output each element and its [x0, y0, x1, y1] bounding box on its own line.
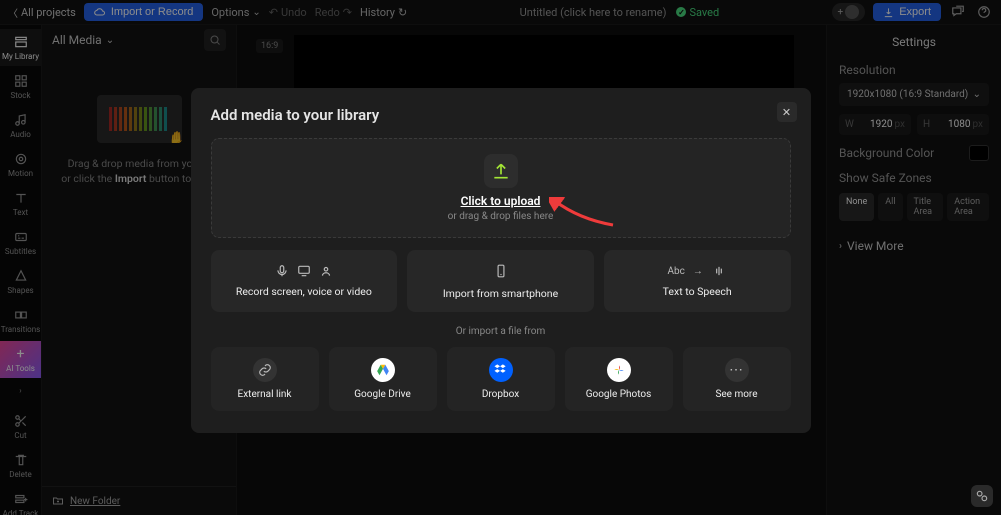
upload-dropzone[interactable]: Click to upload or drag & drop files her…: [211, 138, 791, 238]
google-drive-icon: [371, 358, 395, 382]
drag-drop-hint: or drag & drop files here: [448, 211, 554, 222]
click-to-upload[interactable]: Click to upload: [461, 194, 541, 208]
dropbox-icon: [489, 358, 513, 382]
modal-overlay[interactable]: Add media to your library ✕ Click to upl…: [0, 0, 1001, 515]
provider-google-drive[interactable]: Google Drive: [329, 347, 437, 411]
provider-dropbox[interactable]: Dropbox: [447, 347, 555, 411]
mic-icon: [275, 264, 289, 278]
google-photos-icon: [607, 358, 631, 382]
import-divider: Or import a file from: [211, 326, 791, 337]
provider-see-more[interactable]: ⋯ See more: [683, 347, 791, 411]
webcam-icon: [319, 264, 333, 278]
modal-title: Add media to your library: [211, 106, 791, 124]
link-chain-icon: [975, 489, 989, 503]
link-icon: [253, 358, 277, 382]
annotation-arrow: [549, 197, 619, 231]
tts-option[interactable]: Abc → Text to Speech: [604, 250, 791, 312]
provider-google-photos[interactable]: Google Photos: [565, 347, 673, 411]
record-option[interactable]: Record screen, voice or video: [211, 250, 398, 312]
provider-external-link[interactable]: External link: [211, 347, 319, 411]
soundwave-icon: [711, 264, 727, 278]
add-media-modal: Add media to your library ✕ Click to upl…: [191, 88, 811, 433]
smartphone-option[interactable]: Import from smartphone: [407, 250, 594, 312]
modal-close-button[interactable]: ✕: [777, 102, 797, 122]
arrow-right-icon: →: [693, 266, 703, 277]
ellipsis-icon: ⋯: [725, 358, 749, 382]
screen-icon: [297, 264, 311, 278]
floating-toggle[interactable]: [971, 485, 993, 507]
upload-icon: [484, 154, 518, 188]
smartphone-icon: [494, 262, 508, 280]
abc-label: Abc: [667, 266, 684, 277]
close-icon: ✕: [782, 106, 791, 119]
